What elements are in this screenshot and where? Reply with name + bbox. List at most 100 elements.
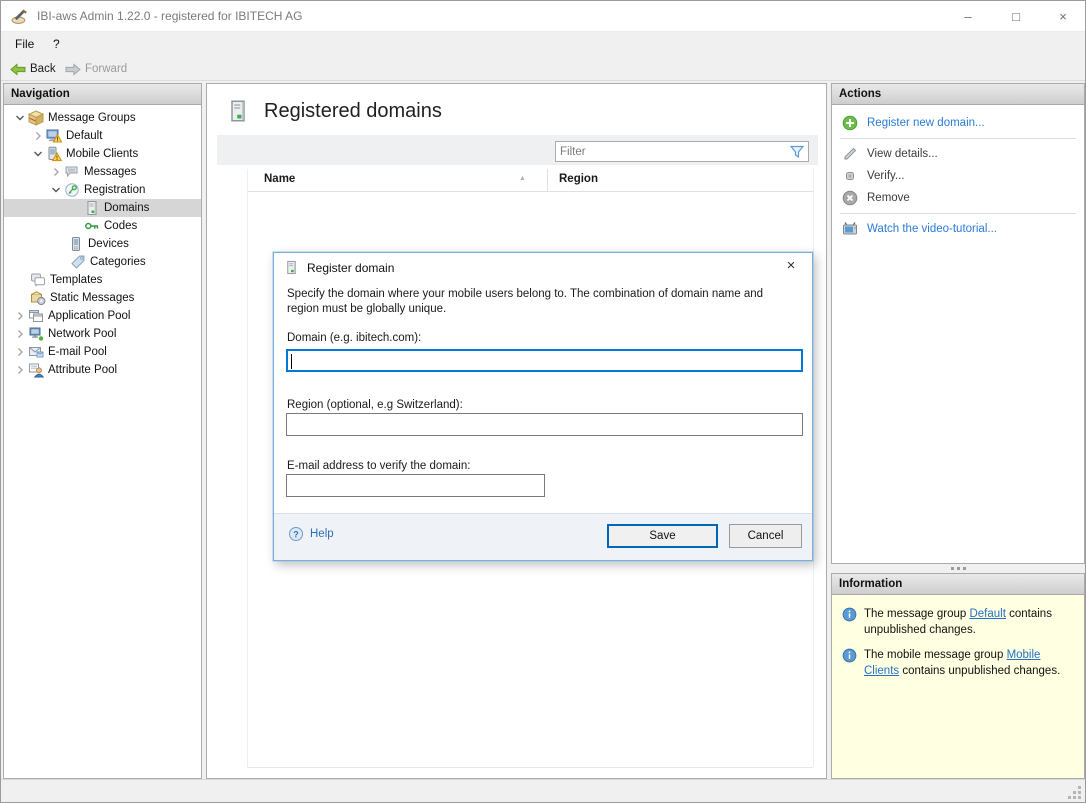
dialog-footer: ? Help Save Cancel bbox=[274, 513, 812, 560]
info-text: The mobile message group Mobile Clients … bbox=[864, 649, 1061, 677]
help-link[interactable]: ? Help bbox=[288, 526, 334, 542]
tree-item-categories[interactable]: Categories bbox=[4, 253, 201, 271]
help-label: Help bbox=[310, 528, 334, 540]
tree-item-network-pool[interactable]: Network Pool bbox=[4, 325, 201, 343]
tree-item-message-groups[interactable]: Message Groups bbox=[4, 109, 201, 127]
templates-icon bbox=[30, 272, 46, 288]
application-pool-icon bbox=[28, 308, 44, 324]
messages-icon bbox=[64, 164, 80, 180]
tree-item-attribute-pool[interactable]: Attribute Pool bbox=[4, 361, 201, 379]
email-input[interactable] bbox=[286, 474, 545, 497]
tv-icon bbox=[842, 221, 858, 237]
actions-panel: Actions Register new domain... View detai… bbox=[831, 83, 1085, 564]
region-label: Region (optional, e.g Switzerland): bbox=[287, 399, 463, 411]
navigation-header: Navigation bbox=[4, 84, 201, 105]
dialog-close-icon[interactable]: × bbox=[780, 257, 802, 274]
chevron-right-icon[interactable] bbox=[12, 344, 28, 360]
tree-item-registration[interactable]: Registration bbox=[4, 181, 201, 199]
message-groups-icon bbox=[27, 110, 45, 126]
status-bar bbox=[1, 779, 1085, 802]
tree-item-label: E-mail Pool bbox=[48, 346, 107, 358]
chevron-down-icon[interactable] bbox=[12, 110, 28, 126]
tree-item-application-pool[interactable]: Application Pool bbox=[4, 307, 201, 325]
menu-help[interactable]: ? bbox=[53, 37, 60, 51]
tree-item-devices[interactable]: Devices bbox=[4, 235, 201, 253]
table-right-border bbox=[813, 169, 814, 767]
close-button[interactable]: × bbox=[1046, 1, 1080, 32]
cancel-button[interactable]: Cancel bbox=[729, 524, 802, 548]
chevron-right-icon[interactable] bbox=[48, 164, 64, 180]
chevron-right-icon[interactable] bbox=[12, 308, 28, 324]
info-icon bbox=[842, 607, 857, 622]
filter-input[interactable] bbox=[560, 143, 780, 160]
help-icon: ? bbox=[288, 526, 304, 542]
tree-item-label: Devices bbox=[88, 238, 129, 250]
domain-input[interactable] bbox=[286, 349, 803, 372]
panel-splitter-handle[interactable] bbox=[831, 564, 1085, 572]
text-caret bbox=[291, 354, 292, 369]
filter-box bbox=[555, 141, 809, 162]
save-button[interactable]: Save bbox=[607, 524, 718, 548]
title-bar: IBI-aws Admin 1.22.0 - registered for IB… bbox=[1, 1, 1085, 32]
action-watch-the-video-tutorial[interactable]: Watch the video-tutorial... bbox=[832, 218, 1084, 240]
tree-item-mobile-clients[interactable]: Mobile Clients bbox=[4, 145, 201, 163]
action-view-details: View details... bbox=[832, 143, 1084, 165]
tree-item-default[interactable]: Default bbox=[4, 127, 201, 145]
resize-grip[interactable] bbox=[1068, 785, 1082, 799]
chevron-right-icon[interactable] bbox=[30, 128, 46, 144]
device-icon bbox=[68, 236, 84, 252]
back-button[interactable]: Back bbox=[8, 60, 56, 78]
tree-item-templates[interactable]: Templates bbox=[4, 271, 201, 289]
email-pool-icon bbox=[28, 344, 44, 360]
tree-item-label: Registration bbox=[84, 184, 146, 196]
actions-header: Actions bbox=[832, 84, 1084, 105]
info-item: The message group Default contains unpub… bbox=[842, 606, 1076, 638]
table-bottom-border bbox=[247, 767, 813, 768]
filter-funnel-icon[interactable] bbox=[789, 144, 805, 160]
chevron-right-icon[interactable] bbox=[12, 362, 28, 378]
tree-item-e-mail-pool[interactable]: E-mail Pool bbox=[4, 343, 201, 361]
tree-item-domains[interactable]: Domains bbox=[4, 199, 201, 217]
action-remove: Remove bbox=[832, 187, 1084, 209]
tree-item-label: Attribute Pool bbox=[48, 364, 118, 376]
dialog-description: Specify the domain where your mobile use… bbox=[287, 288, 764, 315]
info-item: The mobile message group Mobile Clients … bbox=[842, 647, 1076, 679]
minimize-button[interactable]: – bbox=[951, 1, 985, 32]
info-icon bbox=[842, 648, 857, 663]
column-divider[interactable] bbox=[547, 169, 548, 192]
app-window: IBI-aws Admin 1.22.0 - registered for IB… bbox=[0, 0, 1086, 803]
actions-separator bbox=[840, 138, 1076, 139]
verify-icon bbox=[842, 168, 858, 184]
chevron-right-icon[interactable] bbox=[12, 326, 28, 342]
forward-button[interactable]: Forward bbox=[63, 60, 127, 78]
action-label: Register new domain... bbox=[867, 117, 985, 129]
maximize-button[interactable]: □ bbox=[999, 1, 1033, 32]
sort-ascending-icon: ▲ bbox=[519, 175, 526, 182]
network-pool-icon bbox=[28, 326, 44, 342]
key-icon bbox=[84, 218, 100, 234]
menu-file[interactable]: File bbox=[15, 37, 34, 51]
tree-item-label: Templates bbox=[50, 274, 103, 286]
phone-warning-icon bbox=[46, 146, 63, 162]
tree-item-label: Message Groups bbox=[48, 112, 136, 124]
tree-item-static-messages[interactable]: Static Messages bbox=[4, 289, 201, 307]
info-link-default[interactable]: Default bbox=[969, 608, 1005, 620]
back-label: Back bbox=[30, 63, 56, 75]
tree-item-codes[interactable]: Codes bbox=[4, 217, 201, 235]
menu-bar: File ? bbox=[1, 32, 1085, 57]
email-label: E-mail address to verify the domain: bbox=[287, 460, 471, 472]
toolbar: Back Forward bbox=[1, 57, 1085, 81]
action-register-new-domain[interactable]: Register new domain... bbox=[832, 112, 1084, 134]
chevron-down-icon[interactable] bbox=[48, 182, 64, 198]
column-header-region[interactable]: Region bbox=[559, 173, 598, 185]
region-input[interactable] bbox=[286, 413, 803, 436]
column-header-name[interactable]: Name bbox=[264, 173, 295, 185]
tree-item-messages[interactable]: Messages bbox=[4, 163, 201, 181]
tree-item-label: Codes bbox=[104, 220, 138, 232]
tree-item-label: Domains bbox=[104, 202, 150, 214]
chevron-down-icon[interactable] bbox=[30, 146, 46, 162]
remove-circle-icon bbox=[842, 190, 858, 206]
information-list: The message group Default contains unpub… bbox=[832, 595, 1084, 679]
registered-domains-icon bbox=[226, 96, 250, 126]
actions-list: Register new domain... View details... Ver… bbox=[832, 105, 1084, 240]
